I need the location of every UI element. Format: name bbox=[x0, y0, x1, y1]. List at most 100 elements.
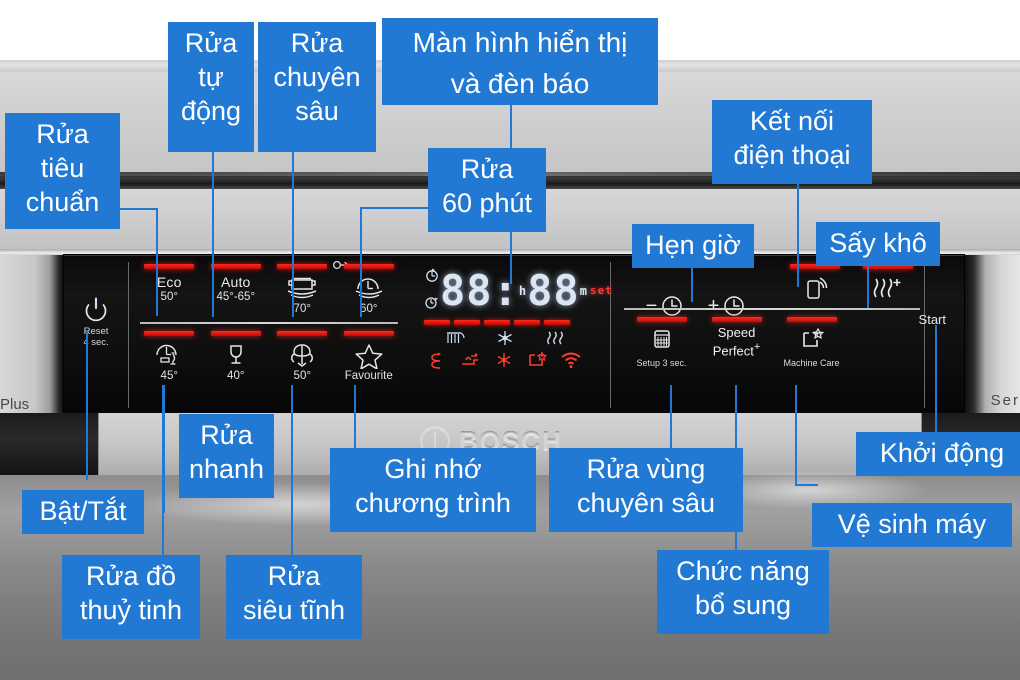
annotation-rua-tieu-chuan: Rửa tiêu chuẩn bbox=[5, 113, 120, 229]
leader-line-power bbox=[86, 330, 88, 480]
lcd-minutes: 88 bbox=[527, 266, 580, 315]
option-setup[interactable]: Setup 3 sec. bbox=[624, 317, 699, 369]
extra-dry-icon bbox=[851, 274, 924, 302]
program-grid: Eco 50° Auto 45°-65° 70° 60° 45° 40° 50°… bbox=[136, 260, 402, 383]
timer-plate-icon bbox=[336, 274, 403, 302]
annotation-rua-60-phut: Rửa 60 phút bbox=[428, 148, 546, 232]
wifi-icon bbox=[561, 352, 581, 369]
annotation-rua-do-thuy-tinh: Rửa đồ thuỷ tinh bbox=[62, 555, 200, 639]
phone-connect-icon bbox=[778, 274, 851, 302]
program-temp: 70° bbox=[293, 303, 311, 315]
annotation-khoi-dong: Khởi động bbox=[856, 432, 1020, 476]
silence-fan-icon-glyph bbox=[269, 341, 336, 369]
option-extra-dry[interactable] bbox=[851, 264, 924, 302]
program-temp: 50° bbox=[160, 291, 178, 303]
door-side-left bbox=[0, 413, 98, 475]
program-temp: 45° bbox=[160, 370, 178, 382]
panel-divider-right bbox=[924, 262, 925, 408]
indicator-bar bbox=[144, 331, 195, 336]
annotation-chuc-nang-bo-sung: Chức năng bổ sung bbox=[657, 550, 829, 634]
intensive-pot-icon bbox=[269, 274, 336, 302]
glass-icon bbox=[203, 341, 270, 369]
lcd-colon: : bbox=[492, 266, 519, 315]
serie-badge-text: Ser bbox=[990, 392, 1020, 409]
clean-sparkle-icon bbox=[497, 353, 511, 367]
program-quick-45[interactable]: 45° bbox=[136, 331, 203, 383]
leader-line-zone bbox=[670, 385, 672, 453]
salt-refill-icon bbox=[431, 352, 441, 369]
program-temp: 50° bbox=[293, 370, 311, 382]
rinse-aid-icon bbox=[462, 353, 478, 365]
program-row-2: 45° 40° 50° Favourite bbox=[136, 331, 402, 383]
program-name: Favourite bbox=[344, 370, 393, 382]
machine-care-icon bbox=[774, 327, 849, 355]
setup-grid-icon bbox=[624, 327, 699, 355]
option-speed-perfect[interactable]: Speed Perfect+ bbox=[699, 317, 774, 369]
leader-line-start bbox=[935, 325, 937, 447]
indicator-bar bbox=[343, 264, 394, 269]
program-row-1: Eco 50° Auto 45°-65° 70° 60° bbox=[136, 264, 402, 316]
lcd-display: 88:h88m set bbox=[420, 264, 612, 369]
option-grid: Setup 3 sec. Speed Perfect+ Machine Care bbox=[624, 264, 924, 369]
leader-line-machinecare bbox=[795, 385, 797, 484]
speed-label: Speed bbox=[717, 324, 756, 340]
annotation-ghi-nho-chuong-trinh: Ghi nhớ chương trình bbox=[330, 448, 536, 532]
option-sublabel: Machine Care bbox=[783, 358, 840, 368]
lcd-hours: 88 bbox=[440, 266, 493, 315]
power-reset-label: Reset 4 sec. bbox=[73, 326, 119, 348]
panel-right-bezel bbox=[964, 255, 1020, 413]
option-machine-care[interactable]: Machine Care bbox=[774, 317, 849, 369]
program-silence-50[interactable]: 50° bbox=[269, 331, 336, 383]
program-favourite[interactable]: Favourite bbox=[336, 331, 403, 383]
program-intensive-70[interactable]: 70° bbox=[269, 264, 336, 316]
option-divider bbox=[624, 308, 920, 310]
program-divider bbox=[140, 322, 398, 324]
lcd-time-readout: 88:h88m set bbox=[440, 270, 613, 312]
annotation-rua-vung-chuyen-sau: Rửa vùng chuyên sâu bbox=[549, 448, 743, 532]
leader-line-glass bbox=[162, 385, 164, 557]
annotation-rua-nhanh: Rửa nhanh bbox=[179, 414, 274, 498]
indicator-bar bbox=[144, 264, 195, 269]
program-temp: 60° bbox=[360, 303, 378, 315]
indicator-bar bbox=[277, 264, 328, 269]
indicator-bar bbox=[786, 317, 837, 322]
annotation-rua-chuyen-sau: Rửa chuyên sâu bbox=[258, 22, 376, 152]
program-eco[interactable]: Eco 50° bbox=[136, 264, 203, 316]
start-button[interactable]: Start bbox=[919, 312, 946, 327]
indicator-bar bbox=[210, 264, 261, 269]
lcd-progress-bar bbox=[424, 320, 590, 325]
program-60min[interactable]: 60° bbox=[336, 264, 403, 316]
indicator-bar bbox=[210, 331, 261, 336]
option-sublabel: Setup 3 sec. bbox=[636, 358, 687, 368]
start-label: Start bbox=[918, 312, 946, 327]
program-temp: 40° bbox=[227, 370, 245, 382]
timer-delay-icon bbox=[426, 268, 438, 282]
option-row-1 bbox=[778, 264, 924, 302]
lcd-status-icons bbox=[430, 329, 580, 347]
annotation-ket-noi-dien-thoai: Kết nối điện thoại bbox=[712, 100, 872, 184]
annotation-bat-tat: Bật/Tắt bbox=[22, 490, 144, 534]
duration-icon bbox=[425, 297, 439, 309]
indicator-bar bbox=[343, 331, 394, 336]
control-panel: Reset 4 sec. Eco 50° Auto 45°-65° 70° 60… bbox=[64, 255, 964, 414]
annotation-hen-gio: Hẹn giờ bbox=[632, 224, 754, 268]
annotation-rua-tu-dong: Rửa tự động bbox=[168, 22, 254, 152]
progress-segment bbox=[424, 320, 450, 325]
screenshot-canvas: Plus Ser Reset 4 sec. Eco 50° Auto 45°-6… bbox=[0, 0, 1020, 680]
progress-segment bbox=[544, 320, 570, 325]
progress-segment bbox=[454, 320, 480, 325]
option-home-connect[interactable] bbox=[778, 264, 851, 302]
progress-segment bbox=[514, 320, 540, 325]
indicator-bar bbox=[636, 317, 687, 322]
indicator-bar bbox=[711, 317, 762, 322]
star-icon bbox=[336, 341, 403, 369]
power-button[interactable]: Reset 4 sec. bbox=[73, 296, 119, 348]
machine-care-icon bbox=[529, 351, 547, 366]
program-glass-40[interactable]: 40° bbox=[203, 331, 270, 383]
annotation-ve-sinh-may: Vệ sinh máy bbox=[812, 503, 1012, 547]
leader-line-intensive bbox=[292, 152, 294, 317]
snowflake-dry-icon bbox=[498, 331, 512, 345]
leader-line-favourite bbox=[354, 385, 356, 450]
perfect-label: Perfect bbox=[712, 343, 754, 359]
annotation-say-kho: Sấy khô bbox=[816, 222, 940, 266]
